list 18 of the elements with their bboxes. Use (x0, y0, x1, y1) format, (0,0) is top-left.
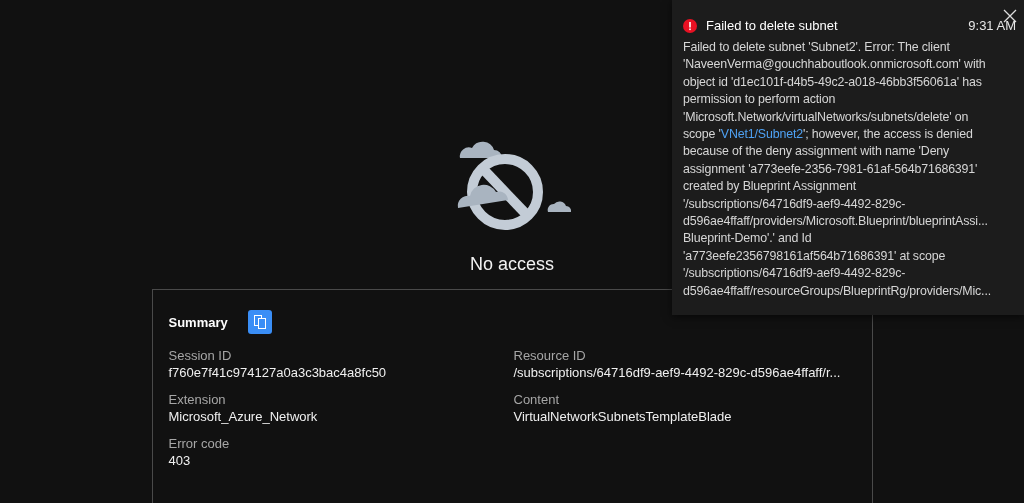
field-value: /subscriptions/64716df9-aef9-4492-829c-d596ae4ffaff/r... (513, 365, 842, 380)
field-label: Extension (168, 392, 227, 407)
no-access-title: No access (469, 254, 554, 275)
field-value: 403 (168, 453, 192, 468)
field-label: Content (513, 392, 561, 407)
field-label: Resource ID (513, 348, 587, 363)
notification-title: Failed to delete subnet (706, 18, 839, 33)
field-value: Microsoft_Azure_Network (168, 409, 319, 424)
field-label: Error code (168, 436, 231, 451)
field-value: f760e7f41c974127a0a3c3bac4a8fc50 (168, 365, 388, 380)
field-value: VirtualNetworkSubnetsTemplateBlade (513, 409, 733, 424)
notification-message: Failed to delete subnet 'Subnet2'. Error: The client 'NaveenVerma@gouchhaboutlook.onmicrosoft.com' with object id 'd1ec101f-d4b5-49c2-a018-46bb3f56061a' has permission to perform action 'Microsoft.Network/virtualNetworks/subnets/delete' on scope 'VNet1/Subnet2'; however, the access is denied because of the deny assignment with name 'Deny assignment 'a773eefe-2356-7981-61af-564b71686391' created by Blueprint Assignment '/subscriptions/64716df9-aef9-4492-829c- d596ae4ffaff/providers/Microsoft.Blueprint/blueprintAssi... Blueprint-Demo'.' and Id 'a773eefe2356798161af564b71686391' at scope '/subscriptions/64716df9-aef9-4492-829c- d596ae4ffaff/resourceGroups/BlueprintRg/providers/Mic... (683, 39, 992, 300)
copy-icon (251, 314, 268, 330)
summary-title: Summary (168, 314, 228, 330)
field-label: Session ID (168, 348, 233, 363)
error-icon (683, 18, 697, 33)
copy-button[interactable] (247, 310, 272, 334)
notification-time: 9:31 AM (968, 18, 1016, 33)
